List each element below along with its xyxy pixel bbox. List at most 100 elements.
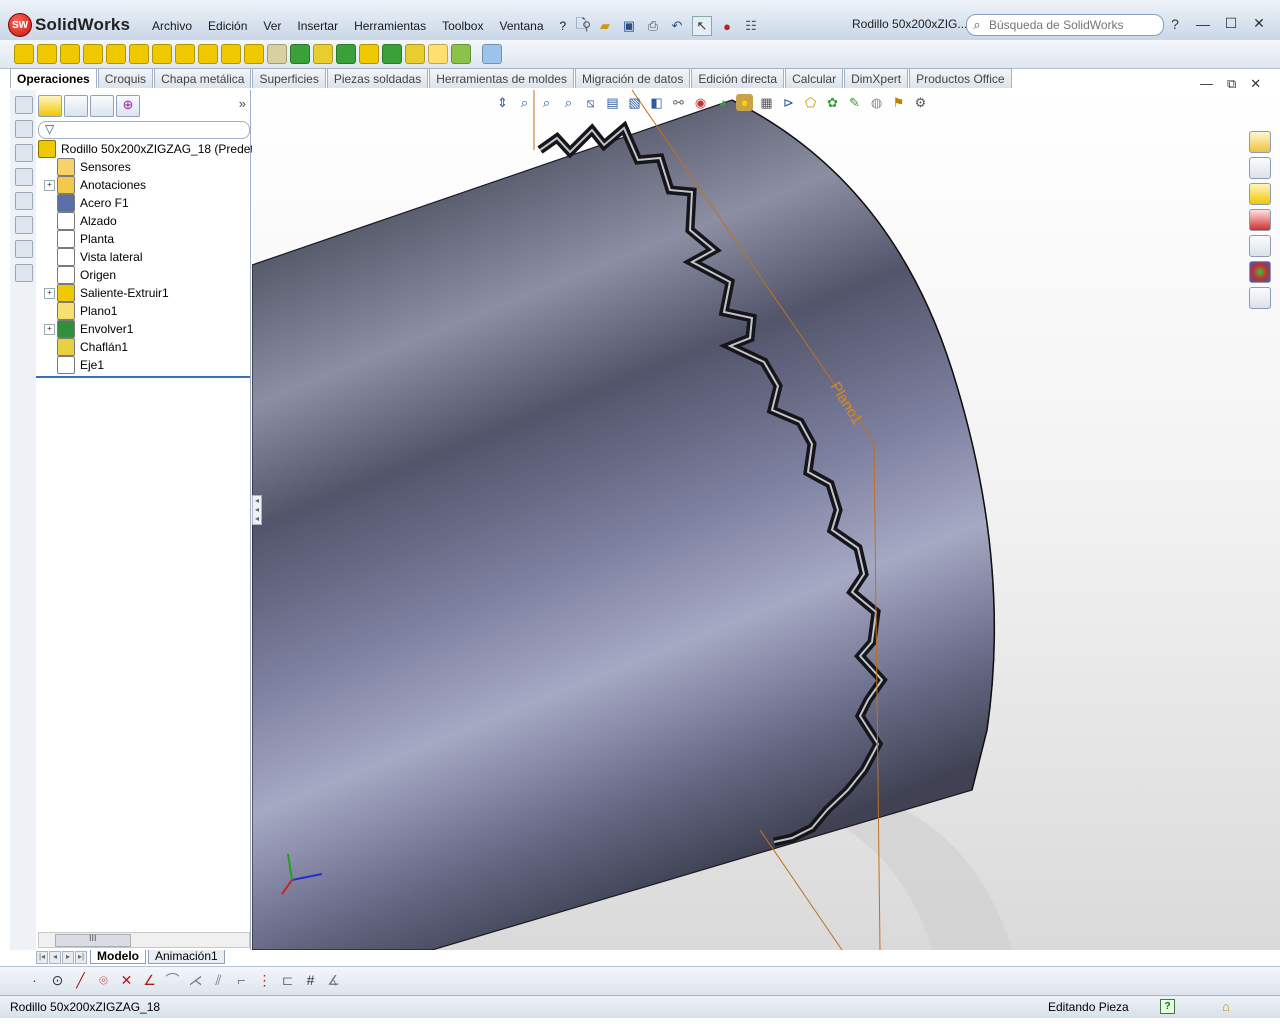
lofted-boss-icon[interactable] — [83, 44, 103, 64]
rebuild-icon[interactable]: ● — [718, 17, 736, 35]
macro-icon[interactable]: ⚑ — [890, 94, 907, 111]
draft-icon[interactable] — [359, 44, 379, 64]
appearances-scenes-icon[interactable] — [1249, 261, 1271, 283]
filter-icon[interactable]: ▽ — [45, 122, 54, 136]
tree-horizontal-scrollbar[interactable]: III — [38, 932, 250, 948]
configuration-manager-tab-icon[interactable] — [90, 95, 114, 117]
extruded-cut-icon[interactable] — [129, 44, 149, 64]
print-icon[interactable]: ⎙ — [644, 17, 662, 35]
display-icon[interactable]: ✿ — [824, 94, 841, 111]
options-icon[interactable]: ☷ — [742, 17, 760, 35]
wrap-icon[interactable] — [336, 44, 356, 64]
new-document-icon[interactable]: 🗋 — [572, 16, 590, 35]
grid-icon[interactable]: # — [302, 972, 319, 989]
tab-animacion1[interactable]: Animación1 — [148, 950, 225, 964]
tab-herramientas-de-moldes[interactable]: Herramientas de moldes — [429, 68, 574, 88]
shell-icon[interactable] — [382, 44, 402, 64]
boundary-boss-icon[interactable] — [106, 44, 126, 64]
model-items-icon[interactable] — [15, 120, 33, 138]
maximize-button[interactable]: ☐ — [1224, 15, 1238, 32]
tree-item[interactable]: Alzado — [36, 212, 250, 230]
panel-splitter[interactable]: ◂ ◂ ◂ — [252, 495, 262, 525]
open-folder-icon[interactable]: ▰ — [596, 17, 614, 35]
quick-tips-icon[interactable]: ? — [1160, 999, 1175, 1014]
feature-tree-tab-icon[interactable] — [38, 95, 62, 117]
line-icon[interactable]: ╱ — [72, 972, 89, 989]
reference-geometry-toolbar-icon[interactable]: ⬠ — [802, 94, 819, 111]
realview-graphics-icon[interactable]: ● — [736, 94, 753, 111]
hole-wizard-icon[interactable] — [152, 44, 172, 64]
rollback-bar[interactable] — [36, 376, 250, 378]
menu-insertar[interactable]: Insertar — [289, 19, 346, 33]
graphics-area[interactable]: Plano1 — [252, 90, 1280, 950]
search-box[interactable]: ⌕ — [966, 14, 1164, 36]
mirror-entities-icon[interactable]: ⋮ — [256, 972, 273, 989]
surface-finish-icon[interactable] — [15, 192, 33, 210]
doc-close-button[interactable]: ✕ — [1250, 76, 1261, 92]
tab-migracion-de-datos[interactable]: Migración de datos — [574, 68, 691, 88]
tree-item[interactable]: Origen — [36, 266, 250, 284]
expand-icon[interactable]: + — [44, 323, 55, 335]
revolved-boss-icon[interactable] — [37, 44, 57, 64]
app-logo[interactable]: SW SolidWorks — [8, 12, 130, 38]
expand-panel-icon[interactable]: » — [239, 96, 246, 111]
tree-item[interactable]: + Anotaciones — [36, 176, 250, 194]
tab-chapa-metalica[interactable]: Chapa metálica — [154, 68, 252, 88]
view-palette-icon[interactable] — [1249, 235, 1271, 257]
fillet-icon[interactable] — [267, 44, 287, 64]
search-results-icon[interactable] — [1249, 209, 1271, 231]
mirror-icon[interactable] — [405, 44, 425, 64]
menu-ver[interactable]: Ver — [255, 19, 289, 33]
extruded-boss-icon[interactable] — [14, 44, 34, 64]
zoom-to-area-icon[interactable]: ⌕ — [538, 94, 555, 111]
tab-calcular[interactable]: Calcular — [785, 68, 844, 88]
select-arrow-icon[interactable]: ↖ — [692, 16, 712, 36]
fillet-sketch-icon[interactable]: ⌒ — [164, 972, 181, 989]
hide-show-items-icon[interactable]: ⚯ — [670, 94, 687, 111]
circle-center-icon[interactable]: ⊙ — [49, 972, 66, 989]
expand-icon[interactable]: + — [44, 179, 55, 191]
datum-icon[interactable] — [15, 216, 33, 234]
search-input[interactable] — [987, 17, 1151, 33]
more-tools-icon[interactable]: ⚙ — [912, 94, 929, 111]
save-icon[interactable]: ▣ — [620, 17, 638, 35]
view-orientation-dropdown-icon[interactable]: ▧ — [626, 94, 643, 111]
tree-item[interactable]: Acero F1 — [36, 194, 250, 212]
menu-archivo[interactable]: Archivo — [144, 19, 200, 33]
rib-icon[interactable] — [313, 44, 333, 64]
reference-geometry-icon[interactable] — [428, 44, 448, 64]
menu-help[interactable]: ? — [552, 19, 575, 33]
revolved-cut-icon[interactable] — [175, 44, 195, 64]
balloon-icon[interactable] — [15, 168, 33, 186]
tab-edicion-directa[interactable]: Edición directa — [691, 68, 785, 88]
selection-filter-icon[interactable]: ⊳ — [780, 94, 797, 111]
section-view-icon[interactable]: ⧅ — [582, 94, 599, 111]
swept-boss-icon[interactable] — [60, 44, 80, 64]
first-tab-icon[interactable]: |◂ — [36, 950, 48, 964]
doc-minimize-button[interactable]: — — [1200, 76, 1213, 92]
close-button[interactable]: ✕ — [1252, 15, 1266, 32]
tree-item[interactable]: Vista lateral — [36, 248, 250, 266]
tree-item[interactable]: Eje1 — [36, 356, 250, 374]
tree-item[interactable]: + Envolver1 — [36, 320, 250, 338]
tree-item[interactable]: Planta — [36, 230, 250, 248]
chamfer-sketch-icon[interactable]: ⋌ — [187, 972, 204, 989]
tree-item[interactable]: Sensores — [36, 158, 250, 176]
dynamic-annotation-icon[interactable]: ▤ — [604, 94, 621, 111]
linear-pattern-icon[interactable] — [290, 44, 310, 64]
file-explorer-icon[interactable] — [1249, 183, 1271, 205]
lofted-cut-icon[interactable] — [221, 44, 241, 64]
search-icon[interactable]: ⌕ — [967, 17, 987, 33]
convert-entities-icon[interactable]: ⌐ — [233, 972, 250, 989]
property-manager-tab-icon[interactable] — [64, 95, 88, 117]
measure-icon[interactable]: ◍ — [868, 94, 885, 111]
help-dropdown-icon[interactable]: ? — [1168, 16, 1182, 32]
prev-tab-icon[interactable]: ◂ — [49, 950, 61, 964]
tree-item[interactable]: + Saliente-Extruir1 — [36, 284, 250, 302]
design-library-icon[interactable] — [1249, 157, 1271, 179]
expand-icon[interactable]: + — [44, 287, 55, 299]
tags-icon[interactable]: ⌂ — [1222, 999, 1238, 1014]
hole-callout-icon[interactable] — [15, 264, 33, 282]
edit-appearance-icon[interactable]: ◉ — [692, 94, 709, 111]
zoom-to-fit-icon[interactable]: ⌕ — [516, 94, 533, 111]
